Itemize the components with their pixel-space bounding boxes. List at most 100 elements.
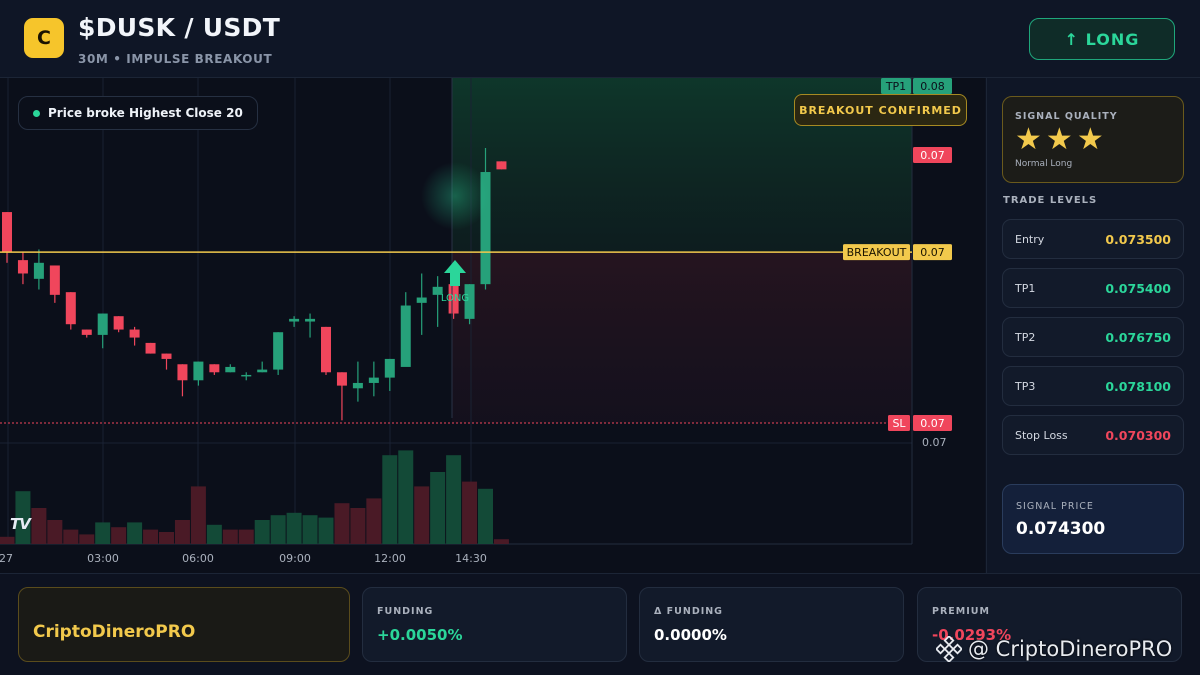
trade-level-label: Stop Loss (1015, 428, 1068, 442)
star-icon: ★ (1076, 122, 1104, 157)
star-icon: ★ (1015, 122, 1042, 157)
volume-bar (222, 529, 238, 544)
time-axis-label: 27 (0, 552, 13, 565)
price-chart[interactable]: LONG TP1 0.08 0.07 BREAKOUT 0.07 SL 0.07 27 03:… (0, 78, 985, 573)
watermark-text: @ CriptoDineroPRO (968, 637, 1173, 661)
volume-bar (446, 455, 462, 544)
volume-bar (414, 486, 430, 544)
brand-card: CriptoDineroPRO (18, 587, 350, 662)
volume-bar (190, 486, 206, 544)
trade-level-row: TP1 0.075400 (1002, 268, 1184, 308)
pair-subtitle: 30M • IMPULSE BREAKOUT (78, 52, 273, 66)
trade-level-row: TP2 0.076750 (1002, 317, 1184, 357)
header-bar: C $DUSK / USDT 30M • IMPULSE BREAKOUT ↑ … (0, 0, 1200, 78)
tp1-label-tag: TP1 (885, 80, 906, 93)
volume-bar (238, 529, 254, 544)
candle-body (305, 318, 316, 322)
volume-bar (127, 522, 143, 544)
time-axis-label: 14:30 (455, 552, 487, 565)
status-dot-icon (33, 109, 40, 117)
candle-body (384, 358, 395, 378)
signal-price-card: SIGNAL PRICE 0.074300 (1002, 484, 1184, 554)
candle-body (321, 326, 331, 373)
candle-body (2, 212, 12, 253)
tradingview-logo: TV (10, 515, 31, 533)
trade-level-value: 0.073500 (1105, 231, 1171, 247)
candle-body (209, 364, 220, 373)
candle-body (113, 316, 124, 330)
time-axis-label: 12:00 (374, 552, 406, 565)
volume-bar (0, 536, 15, 544)
long-button[interactable]: ↑ LONG (1029, 18, 1175, 60)
volume-bar (31, 508, 47, 544)
breakout-value-tag: 0.07 (920, 246, 945, 259)
volume-bar (174, 520, 190, 544)
candle-body (352, 382, 363, 389)
volume-bar (270, 515, 286, 544)
trade-level-label: Entry (1015, 232, 1045, 246)
brand-name: CriptoDineroPRO (33, 622, 196, 642)
premium-label: PREMIUM (932, 606, 990, 617)
trade-level-label: TP3 (1015, 379, 1036, 393)
volume-bar (493, 539, 509, 544)
breakout-notice-badge: Price broke Highest Close 20 (18, 96, 258, 130)
volume-bar (79, 534, 95, 544)
signal-price-label: SIGNAL PRICE (1016, 501, 1094, 512)
volume-bar (95, 522, 111, 544)
trade-level-row: Entry 0.073500 (1002, 219, 1184, 259)
current-price-tag: 0.07 (920, 149, 945, 162)
rating-stars: ★ ★ ★ (1015, 123, 1104, 157)
app-logo: C (24, 18, 64, 58)
candle-body (400, 305, 411, 367)
delta-funding-value: 0.0000% (654, 626, 727, 644)
candle-body (161, 353, 172, 359)
candle-body (177, 364, 188, 381)
candle-body (193, 361, 204, 381)
star-icon: ★ (1045, 122, 1073, 157)
watermark: @ CriptoDineroPRO (936, 636, 1172, 662)
volume-bar (159, 532, 174, 544)
candle-body (241, 374, 252, 377)
breakout-label-tag: BREAKOUT (847, 246, 907, 259)
sl-value-tag: 0.07 (920, 417, 945, 430)
candle-body (81, 329, 92, 335)
trade-level-label: TP1 (1015, 281, 1036, 295)
volume-bar (334, 503, 350, 544)
trade-levels-title: TRADE LEVELS (1003, 195, 1098, 206)
trade-level-value: 0.076750 (1105, 329, 1171, 345)
volume-bar (430, 472, 446, 544)
volume-bar (286, 512, 302, 544)
tp1-value-tag: 0.08 (920, 80, 945, 93)
volume-bar (462, 481, 478, 544)
candle-body (273, 332, 284, 370)
trade-level-value: 0.070300 (1105, 427, 1171, 443)
volume-bar (366, 498, 382, 544)
trade-level-value: 0.078100 (1105, 378, 1171, 394)
delta-funding-label: Δ FUNDING (654, 606, 723, 617)
sl-label-tag: SL (892, 417, 906, 430)
binance-diamond-icon (936, 636, 962, 662)
candle-body (496, 161, 507, 170)
volume-bar (206, 524, 222, 544)
chart-price-label: 0.07 (922, 436, 947, 449)
signal-price-value: 0.074300 (1016, 519, 1106, 539)
funding-card: FUNDING +0.0050% (362, 587, 627, 662)
time-axis-label: 03:00 (87, 552, 119, 565)
candle-body (368, 377, 379, 383)
stop-loss-zone (452, 252, 912, 423)
signal-quality-label: SIGNAL QUALITY (1015, 111, 1118, 122)
candlestick-chart: LONG TP1 0.08 0.07 BREAKOUT 0.07 SL 0.07 27 03:… (0, 78, 952, 565)
volume-bar (350, 508, 366, 544)
time-axis-label: 06:00 (182, 552, 214, 565)
trade-level-label: TP2 (1015, 330, 1036, 344)
volume-bar (318, 517, 334, 544)
signal-quality-card: SIGNAL QUALITY ★ ★ ★ Normal Long (1002, 96, 1184, 183)
candle-body (416, 297, 427, 303)
candle-body (257, 369, 268, 373)
funding-label: FUNDING (377, 606, 434, 617)
volume-bar (254, 520, 270, 544)
candle-body (336, 372, 347, 386)
volume-bar (398, 450, 414, 544)
candle-body (33, 262, 44, 279)
signal-glow (421, 162, 489, 230)
